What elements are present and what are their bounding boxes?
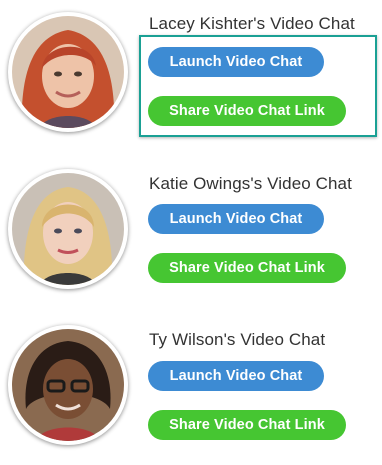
chat-title: Ty Wilson's Video Chat (149, 330, 326, 349)
video-chat-card: Lacey Kishter's Video Chat Launch Video … (0, 0, 382, 150)
chat-title: Katie Owings's Video Chat (149, 174, 352, 193)
launch-video-chat-button[interactable]: Launch Video Chat (148, 361, 324, 391)
avatar (12, 173, 124, 285)
video-chat-card: Katie Owings's Video Chat Launch Video C… (0, 157, 382, 307)
video-chat-card: Ty Wilson's Video Chat Launch Video Chat… (0, 315, 382, 465)
chat-title: Lacey Kishter's Video Chat (149, 14, 355, 33)
avatar-frame (8, 169, 128, 289)
avatar (12, 329, 124, 441)
launch-video-chat-button[interactable]: Launch Video Chat (148, 204, 324, 234)
avatar-frame (8, 325, 128, 445)
share-video-chat-link-button[interactable]: Share Video Chat Link (148, 410, 346, 440)
highlight-box (139, 35, 377, 137)
avatar (12, 16, 124, 128)
avatar-frame (8, 12, 128, 132)
share-video-chat-link-button[interactable]: Share Video Chat Link (148, 253, 346, 283)
